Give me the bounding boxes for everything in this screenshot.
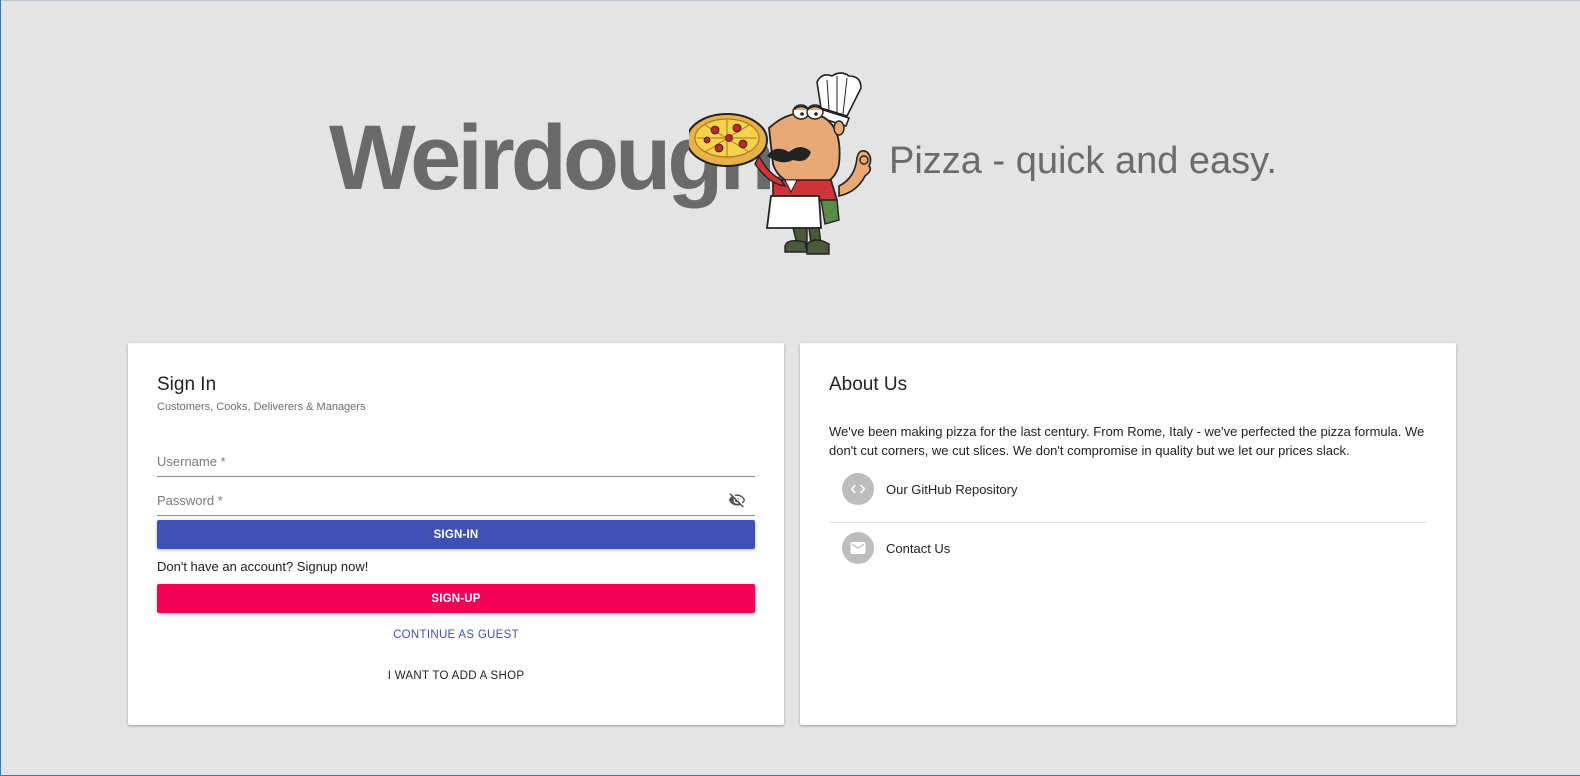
code-icon xyxy=(850,484,866,494)
about-title: About Us xyxy=(829,374,908,395)
signin-button[interactable]: SIGN-IN xyxy=(157,520,755,549)
username-field xyxy=(157,447,755,477)
mail-icon xyxy=(850,542,866,554)
avatar xyxy=(842,532,874,564)
signup-prompt-text: Don't have an account? Signup now! xyxy=(157,559,369,574)
brand-tagline: Pizza - quick and easy. xyxy=(889,140,1277,182)
about-card: About Us We've been making pizza for the… xyxy=(800,343,1456,725)
add-shop-button[interactable]: I WANT TO ADD A SHOP xyxy=(157,661,755,691)
chef-mascot-image xyxy=(689,72,872,255)
signin-title: Sign In xyxy=(157,374,217,395)
brand-header: Weirdoughs Pizza - quick and easy. xyxy=(1,0,1580,300)
continue-as-guest-button[interactable]: CONTINUE AS GUEST xyxy=(157,620,755,650)
contact-us-label: Contact Us xyxy=(886,541,951,556)
username-input[interactable] xyxy=(157,447,755,475)
visibility-off-icon[interactable] xyxy=(727,491,747,509)
signin-card: Sign In Customers, Cooks, Deliverers & M… xyxy=(128,343,784,725)
signup-button[interactable]: SIGN-UP xyxy=(157,584,755,613)
about-link-list: Our GitHub Repository Contact Us xyxy=(829,472,1427,574)
signin-subtitle: Customers, Cooks, Deliverers & Managers xyxy=(157,401,366,413)
about-description: We've been making pizza for the last cen… xyxy=(829,424,1425,458)
github-repository-label: Our GitHub Repository xyxy=(886,482,1018,497)
password-field xyxy=(157,486,755,516)
contact-us-link[interactable]: Contact Us xyxy=(829,523,1427,574)
avatar xyxy=(842,473,874,505)
password-input[interactable] xyxy=(157,486,755,514)
github-repository-link[interactable]: Our GitHub Repository xyxy=(829,472,1427,523)
